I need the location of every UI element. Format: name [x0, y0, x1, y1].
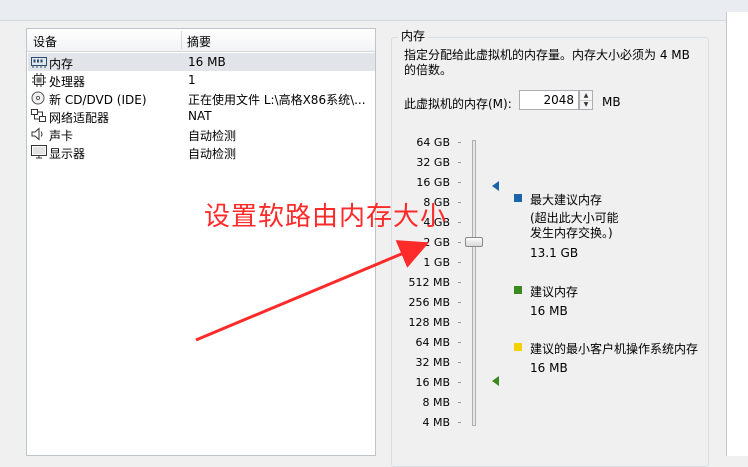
annotation-text: 设置软路由内存大小 [204, 202, 448, 232]
